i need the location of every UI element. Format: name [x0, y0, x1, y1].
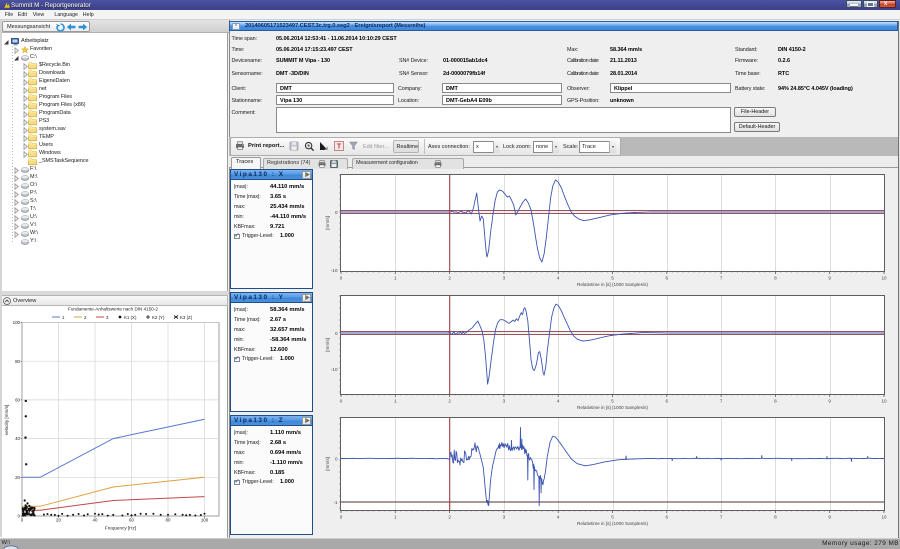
- svg-text:[mm/s]: [mm/s]: [325, 216, 330, 230]
- svg-text:7: 7: [720, 515, 723, 520]
- svg-text:6: 6: [666, 276, 669, 281]
- svg-text:6: 6: [666, 399, 669, 404]
- svg-text:9: 9: [828, 399, 831, 404]
- svg-text:100: 100: [13, 320, 21, 325]
- svg-text:Relativtime in [s] (1000 Sampl: Relativtime in [s] (1000 Samples/s): [577, 521, 648, 526]
- svg-text:3: 3: [503, 399, 506, 404]
- svg-text:0: 0: [21, 518, 24, 523]
- svg-text:8: 8: [774, 276, 777, 281]
- svg-text:20: 20: [56, 518, 61, 523]
- svg-text:1: 1: [394, 515, 397, 520]
- svg-text:0: 0: [340, 399, 343, 404]
- svg-text:4: 4: [557, 399, 560, 404]
- svg-text:60: 60: [129, 518, 134, 523]
- svg-text:0: 0: [340, 276, 343, 281]
- svg-text:80: 80: [15, 359, 20, 364]
- svg-text:80: 80: [166, 518, 171, 523]
- svg-text:40: 40: [93, 518, 98, 523]
- svg-text:9: 9: [828, 515, 831, 520]
- svg-text:6: 6: [666, 515, 669, 520]
- svg-text:Relativtime in [s] (1000 Sampl: Relativtime in [s] (1000 Samples/s): [577, 405, 648, 410]
- svg-text:2: 2: [448, 399, 451, 404]
- svg-text:4: 4: [557, 515, 560, 520]
- svg-text:T: T: [337, 144, 342, 151]
- svg-text:40: 40: [15, 436, 20, 441]
- svg-text:3: 3: [503, 276, 506, 281]
- svg-text:0: 0: [340, 515, 343, 520]
- svg-text:Fundamente-Anhaltswerte nach D: Fundamente-Anhaltswerte nach DIN 4150-2: [68, 307, 158, 312]
- svg-text:20: 20: [15, 475, 20, 480]
- svg-text:-10: -10: [331, 367, 338, 372]
- svg-text:10: 10: [881, 276, 887, 281]
- svg-text:7: 7: [720, 276, 723, 281]
- svg-text:-10: -10: [331, 268, 338, 273]
- svg-text:velocity [mm/s]: velocity [mm/s]: [4, 405, 9, 435]
- svg-text:5: 5: [611, 399, 614, 404]
- svg-text:8: 8: [774, 515, 777, 520]
- svg-text:K1 (X): K1 (X): [124, 315, 137, 320]
- svg-text:K2 (Y): K2 (Y): [152, 315, 165, 320]
- svg-text:Relativtime in [s] (1000 Sampl: Relativtime in [s] (1000 Samples/s): [577, 282, 648, 287]
- svg-text:7: 7: [720, 399, 723, 404]
- svg-text:4: 4: [557, 276, 560, 281]
- svg-text:1: 1: [62, 315, 65, 320]
- svg-text:60: 60: [15, 398, 20, 403]
- svg-text:Frequency [Hz]: Frequency [Hz]: [105, 526, 136, 531]
- svg-text:3: 3: [106, 315, 109, 320]
- svg-text:2: 2: [448, 515, 451, 520]
- svg-text:1: 1: [394, 399, 397, 404]
- svg-text:100: 100: [201, 518, 209, 523]
- svg-text:10: 10: [881, 515, 887, 520]
- svg-text:8: 8: [774, 399, 777, 404]
- svg-text:5: 5: [611, 276, 614, 281]
- svg-text:[mm/s]: [mm/s]: [325, 338, 330, 352]
- svg-text:3: 3: [503, 515, 506, 520]
- svg-text:2: 2: [448, 276, 451, 281]
- svg-text:2: 2: [84, 315, 87, 320]
- svg-text:0: 0: [335, 331, 338, 336]
- svg-text:0: 0: [335, 210, 338, 215]
- svg-text:-1: -1: [333, 500, 338, 505]
- svg-text:9: 9: [828, 276, 831, 281]
- svg-text:0: 0: [335, 457, 338, 462]
- svg-text:K3 (Z): K3 (Z): [180, 315, 193, 320]
- svg-text:[mm/s]: [mm/s]: [325, 457, 330, 471]
- svg-text:5: 5: [611, 515, 614, 520]
- svg-text:1: 1: [394, 276, 397, 281]
- svg-text:10: 10: [881, 399, 887, 404]
